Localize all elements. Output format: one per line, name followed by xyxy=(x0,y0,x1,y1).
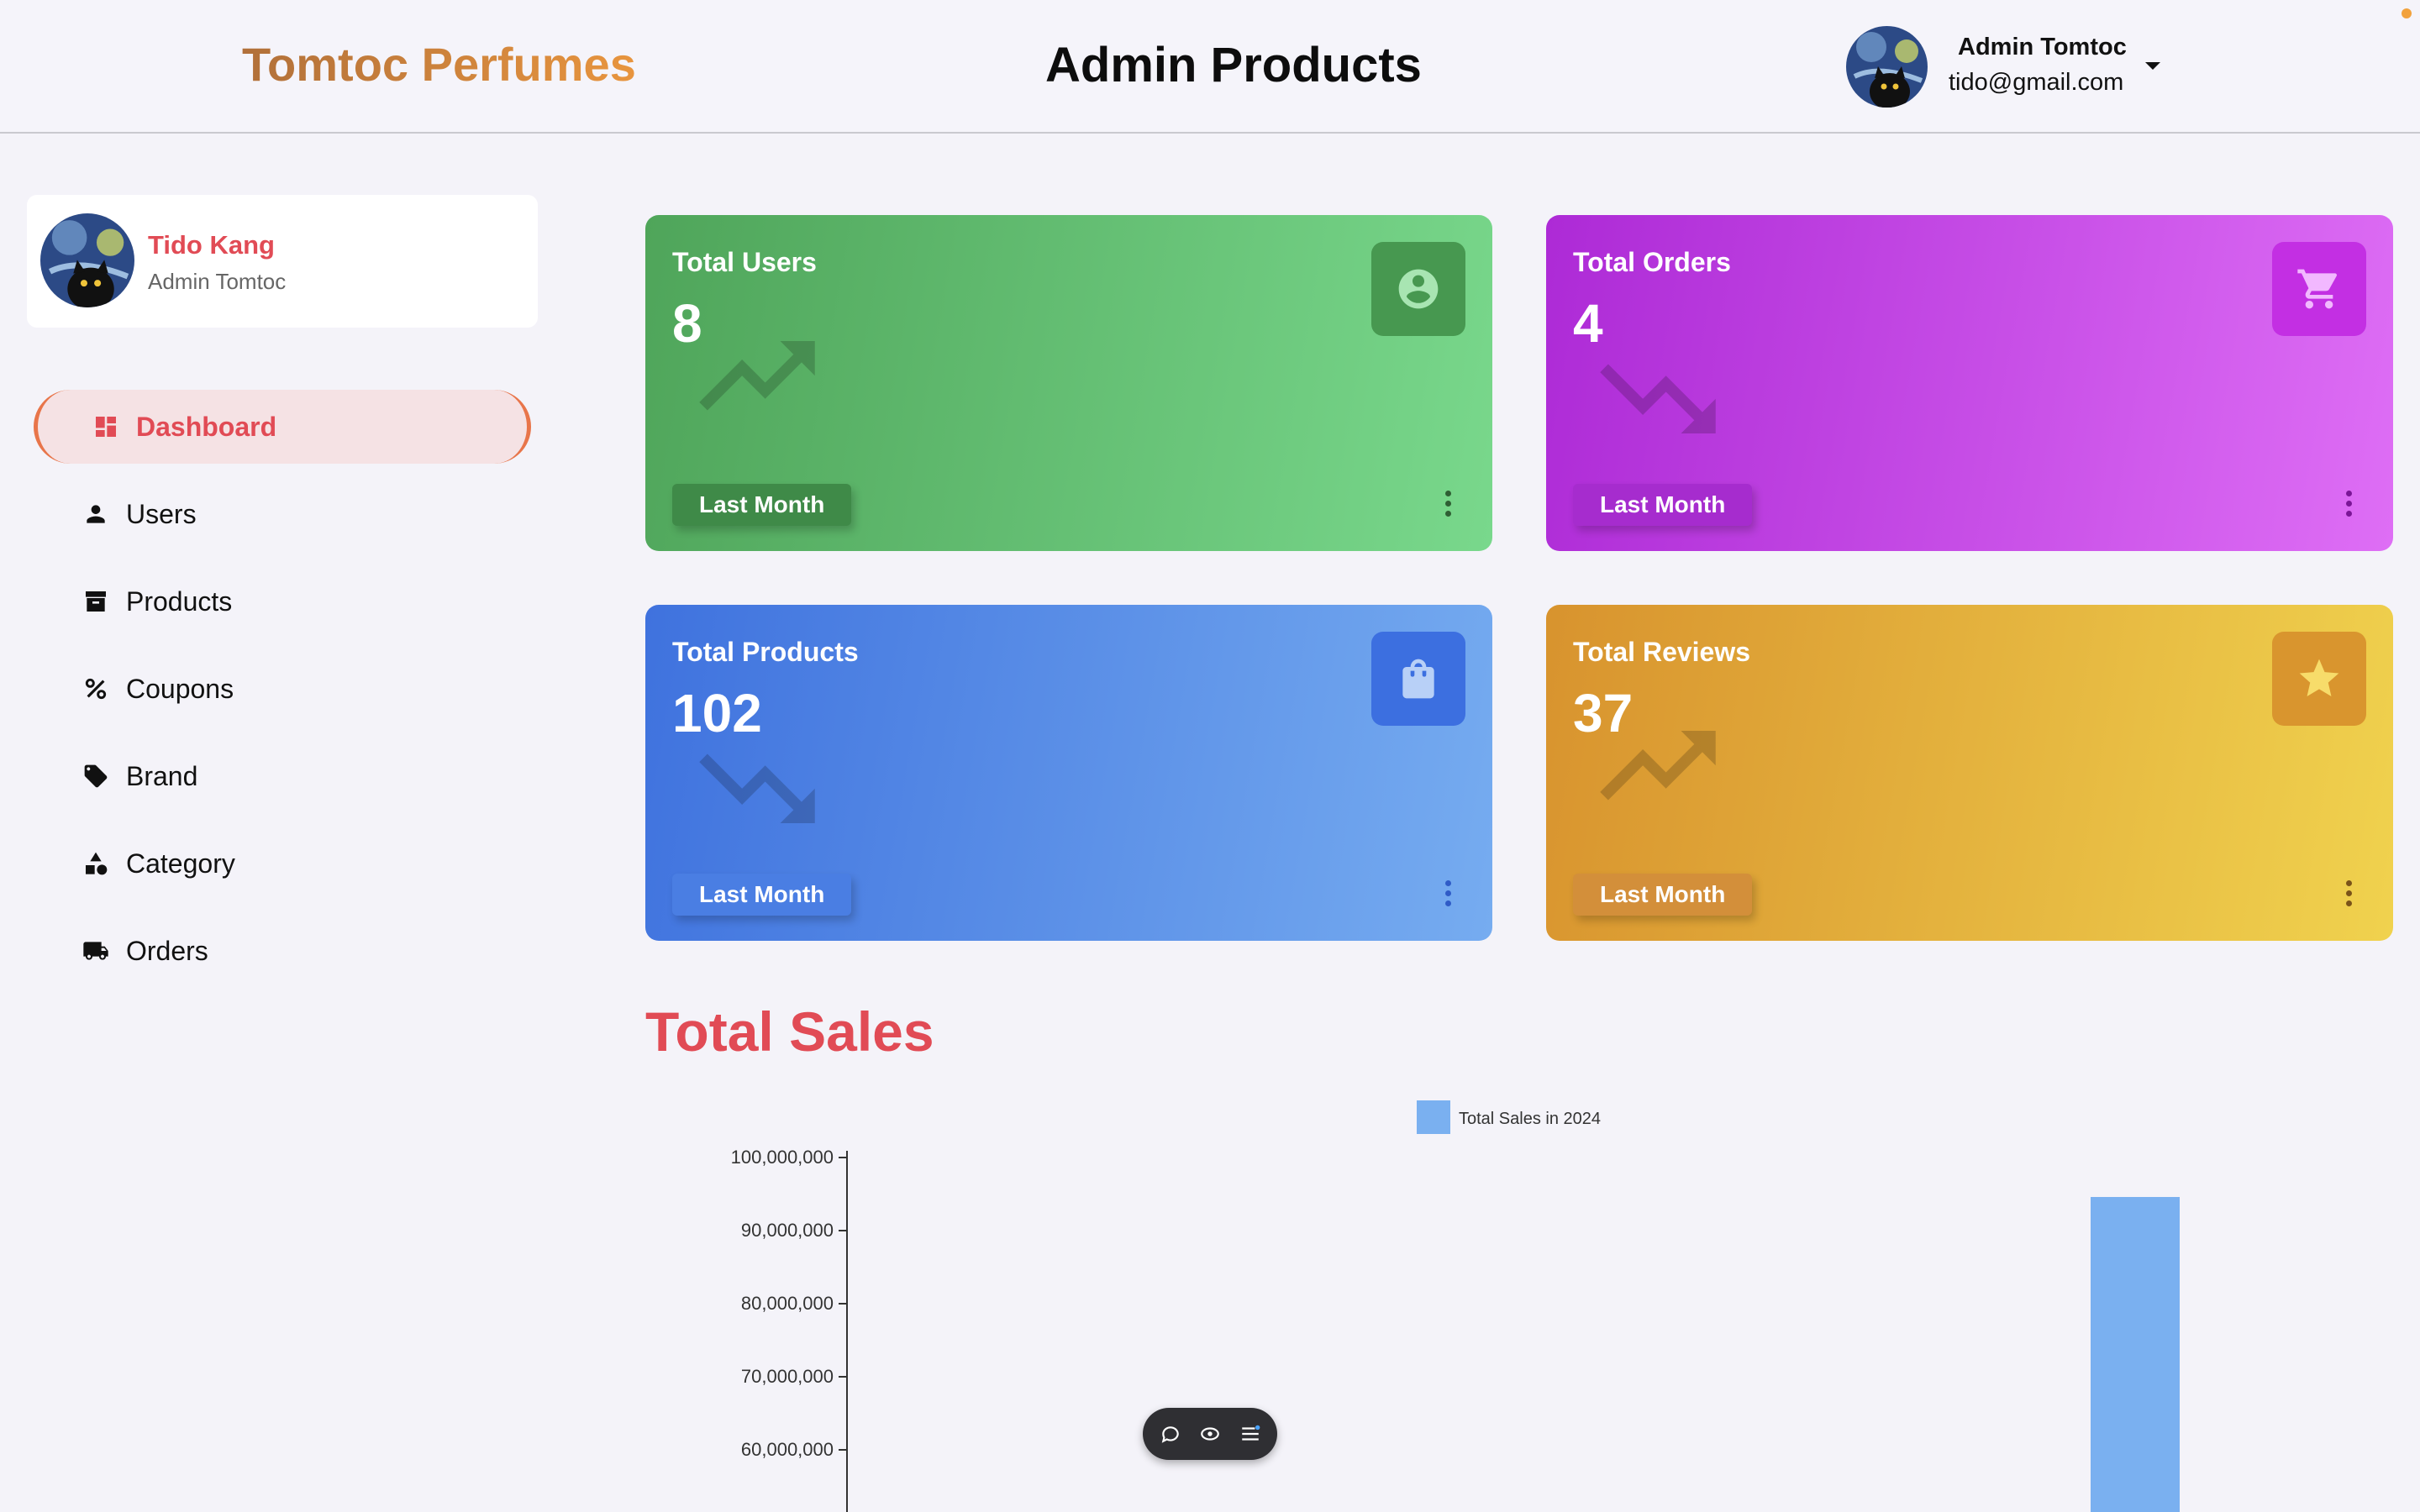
y-tick-label: 90,000,000 xyxy=(741,1220,834,1241)
more-vert-icon[interactable] xyxy=(1444,491,1452,521)
sidebar-nav: Dashboard Users Products Coupons Brand C… xyxy=(34,390,531,1001)
sales-bar[interactable] xyxy=(2091,1196,2180,1512)
stat-card-reviews: Total Reviews 37 Last Month xyxy=(1546,605,2393,941)
user-menu-caret-icon[interactable] xyxy=(2145,62,2160,70)
header-avatar[interactable] xyxy=(1846,26,1928,108)
y-tick-label: 80,000,000 xyxy=(741,1293,834,1314)
sidebar-item-coupons[interactable]: Coupons xyxy=(34,652,531,726)
last-month-button[interactable]: Last Month xyxy=(1573,874,1753,916)
sidebar-item-label: Category xyxy=(126,848,235,879)
list-icon[interactable] xyxy=(1238,1421,1263,1446)
shapes-icon xyxy=(81,848,111,879)
profile-name: Tido Kang xyxy=(148,230,275,260)
sales-bar-chart: Total Sales in 2024 100,000,000 90,000,00… xyxy=(731,1100,2180,1512)
trending-up-icon xyxy=(699,341,815,411)
card-title: Total Users xyxy=(672,247,817,277)
truck-icon xyxy=(81,936,111,966)
sidebar-item-users[interactable]: Users xyxy=(34,477,531,551)
page-title: Admin Products xyxy=(1045,38,1422,92)
card-title: Total Reviews xyxy=(1573,637,1751,667)
sidebar-item-category[interactable]: Category xyxy=(34,827,531,900)
floating-toolbar xyxy=(1143,1408,1277,1460)
more-vert-icon[interactable] xyxy=(1444,880,1452,911)
shopping-bag-icon[interactable] xyxy=(1371,632,1465,726)
y-tick-label: 100,000,000 xyxy=(731,1147,834,1168)
sidebar-item-label: Products xyxy=(126,585,233,617)
stat-card-users: Total Users 8 Last Month xyxy=(645,215,1492,551)
person-icon xyxy=(81,499,111,529)
percent-icon xyxy=(81,674,111,704)
sidebar-item-products[interactable]: Products xyxy=(34,564,531,638)
cart-icon[interactable] xyxy=(2272,242,2366,336)
sidebar-item-dashboard[interactable]: Dashboard xyxy=(34,390,531,464)
notification-dot xyxy=(2402,8,2412,18)
last-month-button[interactable]: Last Month xyxy=(1573,484,1753,526)
account-circle-icon[interactable] xyxy=(1371,242,1465,336)
header-user-email: tido@gmail.com xyxy=(1949,69,2124,96)
card-title: Total Products xyxy=(672,637,859,667)
header-user-name: Admin Tomtoc xyxy=(1958,34,2127,60)
star-icon[interactable] xyxy=(2272,632,2366,726)
more-vert-icon[interactable] xyxy=(2344,880,2353,911)
sidebar-item-label: Coupons xyxy=(126,673,234,704)
dashboard-icon xyxy=(91,412,121,442)
legend-swatch xyxy=(1417,1100,1450,1134)
tag-icon xyxy=(81,761,111,791)
eye-icon[interactable] xyxy=(1197,1421,1223,1446)
stat-card-products: Total Products 102 Last Month xyxy=(645,605,1492,941)
more-vert-icon[interactable] xyxy=(2344,491,2353,521)
top-header: Tomtoc Perfumes Admin Products Admin Tom… xyxy=(0,0,2420,134)
last-month-button[interactable]: Last Month xyxy=(672,484,852,526)
comment-icon[interactable] xyxy=(1158,1421,1183,1446)
sales-title: Total Sales xyxy=(645,1000,934,1063)
sidebar-item-label: Dashboard xyxy=(136,411,277,442)
trending-up-icon xyxy=(1600,731,1716,801)
archive-icon xyxy=(81,586,111,617)
last-month-button[interactable]: Last Month xyxy=(672,874,852,916)
brand-logo-text[interactable]: Tomtoc Perfumes xyxy=(242,37,636,92)
y-tick-label: 70,000,000 xyxy=(741,1366,834,1387)
trending-down-icon xyxy=(699,753,815,823)
sidebar-profile-card: Tido Kang Admin Tomtoc xyxy=(27,195,538,328)
sidebar-item-label: Brand xyxy=(126,760,198,791)
legend-label: Total Sales in 2024 xyxy=(1459,1110,1601,1128)
profile-avatar[interactable] xyxy=(40,213,134,307)
sidebar-item-orders[interactable]: Orders xyxy=(34,914,531,988)
stat-card-orders: Total Orders 4 Last Month xyxy=(1546,215,2393,551)
sidebar-item-label: Orders xyxy=(126,935,208,966)
card-title: Total Orders xyxy=(1573,247,1731,277)
sidebar-item-label: Users xyxy=(126,498,197,529)
sidebar-item-brand[interactable]: Brand xyxy=(34,739,531,813)
trending-down-icon xyxy=(1600,364,1716,433)
profile-role: Admin Tomtoc xyxy=(148,269,287,294)
y-tick-label: 60,000,000 xyxy=(741,1439,834,1460)
